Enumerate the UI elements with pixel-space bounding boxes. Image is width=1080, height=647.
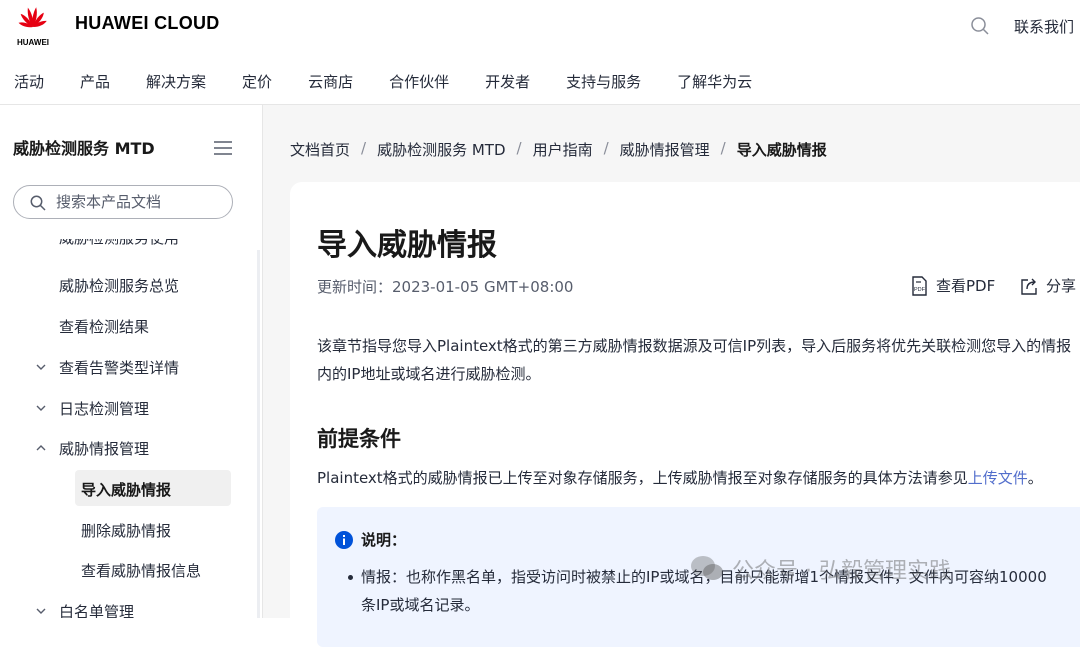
tree-item-whitelist[interactable]: 白名单管理 (36, 601, 135, 618)
nav-item-solutions[interactable]: 解决方案 (146, 71, 206, 92)
tree-item-delete-intel[interactable]: 删除威胁情报 (81, 520, 171, 541)
tree-item-log-detection[interactable]: 日志检测管理 (36, 398, 150, 419)
intro-paragraph: 该章节指导您导入Plaintext格式的第三方威胁情报数据源及可信IP列表，导入… (317, 337, 1072, 383)
nav-item-marketplace[interactable]: 云商店 (308, 71, 353, 92)
note-header: 说明： (335, 529, 406, 550)
nav-item-about[interactable]: 了解华为云 (677, 71, 752, 92)
chevron-down-icon (36, 405, 46, 411)
upload-file-link[interactable]: 上传文件 (968, 469, 1028, 487)
tree-item-label: 删除威胁情报 (81, 522, 172, 540)
search-icon[interactable] (970, 16, 990, 36)
share-icon (1021, 278, 1037, 295)
section-title-prerequisites: 前提条件 (317, 427, 401, 451)
nav-item-products[interactable]: 产品 (80, 71, 110, 92)
breadcrumb-separator: / (516, 139, 522, 157)
tree-item-label: 查看威胁情报信息 (81, 562, 202, 580)
svg-text:PDF: PDF (914, 287, 926, 293)
main-content: 文档首页 / 威胁检测服务 MTD / 用户指南 / 威胁情报管理 / 导入威胁情报 导… (263, 105, 1080, 647)
breadcrumb-separator: / (361, 139, 367, 157)
tree-item-import-intel[interactable]: 导入威胁情报 (81, 479, 171, 500)
share-button[interactable]: 分享 (1019, 275, 1076, 296)
bullet-icon (348, 575, 353, 580)
tree-item-view-results[interactable]: 查看检测结果 (59, 316, 149, 337)
tree-item-label: 威胁情报管理 (59, 440, 150, 458)
page-title: 导入威胁情报 (317, 228, 497, 263)
chevron-down-icon (36, 608, 46, 614)
nav-item-activity[interactable]: 活动 (14, 71, 44, 92)
doc-search-input[interactable] (54, 192, 228, 212)
tree-item-overview[interactable]: 威胁检测服务总览 (59, 275, 179, 296)
breadcrumb-threat-intel[interactable]: 威胁情报管理 (620, 139, 710, 160)
tree-item-cut[interactable]: 威胁检测服务使用 (59, 239, 179, 248)
svg-text:HUAWEI: HUAWEI (17, 38, 49, 47)
note-title: 说明： (361, 531, 407, 549)
tree-item-label: 查看告警类型详情 (59, 359, 180, 377)
huawei-logo[interactable]: HUAWEI (12, 4, 60, 48)
watermark: 公众号 · 弘毅管理实践 (690, 553, 951, 585)
brand-name[interactable]: HUAWEI CLOUD (75, 13, 220, 34)
breadcrumb-current: 导入威胁情报 (736, 141, 827, 159)
tree-item-label: 日志检测管理 (59, 400, 150, 418)
tree-item-alert-types[interactable]: 查看告警类型详情 (36, 357, 180, 378)
updated-time: 更新时间：2023-01-05 GMT+08:00 (317, 278, 574, 296)
chevron-up-icon (36, 445, 46, 451)
prerequisites-paragraph: Plaintext格式的威胁情报已上传至对象存储服务，上传威胁情报至对象存储服务… (317, 464, 1080, 492)
wechat-icon (691, 556, 723, 580)
prerequisites-end: 。 (1027, 469, 1043, 487)
doc-search-box[interactable] (13, 185, 233, 219)
menu-icon[interactable] (214, 140, 232, 155)
breadcrumb-docs-home[interactable]: 文档首页 (290, 139, 350, 160)
tree-item-view-intel[interactable]: 查看威胁情报信息 (81, 560, 201, 581)
nav-item-partners[interactable]: 合作伙伴 (389, 71, 449, 92)
product-title: 威胁检测服务 MTD (13, 139, 155, 158)
tree-item-label: 白名单管理 (59, 603, 135, 618)
nav-item-support[interactable]: 支持与服务 (566, 71, 641, 92)
tree-item-label: 威胁检测服务总览 (59, 277, 180, 295)
breadcrumb-separator: / (603, 139, 609, 157)
breadcrumb: 文档首页 / 威胁检测服务 MTD / 用户指南 / 威胁情报管理 / 导入威胁情报 (290, 139, 827, 160)
chevron-down-icon (36, 364, 46, 370)
contact-us-link[interactable]: 联系我们 (1014, 16, 1074, 37)
tree-item-label: 查看检测结果 (59, 318, 150, 336)
info-icon (335, 530, 353, 549)
nav-item-developers[interactable]: 开发者 (485, 71, 530, 92)
view-pdf-button[interactable]: PDF 查看PDF (909, 275, 995, 296)
breadcrumb-user-guide[interactable]: 用户指南 (533, 139, 593, 160)
main-nav: 活动 产品 解决方案 定价 云商店 合作伙伴 开发者 支持与服务 了解华为云 (14, 71, 788, 92)
view-pdf-label: 查看PDF (936, 277, 996, 295)
nav-item-pricing[interactable]: 定价 (242, 71, 272, 92)
top-header: HUAWEI HUAWEI CLOUD 联系我们 活动 产品 解决方案 定价 云… (0, 0, 1080, 105)
doc-sidebar: 威胁检测服务 MTD 威胁检测服务使用 威胁检测服务总览 查看检测结果 查看告警… (0, 105, 263, 618)
tree-item-threat-intel[interactable]: 威胁情报管理 (36, 438, 150, 459)
share-label: 分享 (1046, 277, 1077, 295)
pdf-icon: PDF (912, 275, 927, 296)
sidebar-scrollbar[interactable] (257, 250, 260, 618)
doc-card: 导入威胁情报 更新时间：2023-01-05 GMT+08:00 PDF 查看P… (290, 182, 1080, 647)
tree-item-label: 导入威胁情报 (81, 481, 172, 499)
search-icon (30, 195, 46, 211)
breadcrumb-separator: / (720, 139, 726, 157)
prerequisites-text: Plaintext格式的威胁情报已上传至对象存储服务，上传威胁情报至对象存储服务… (317, 469, 968, 487)
watermark-text: 公众号 · 弘毅管理实践 (732, 559, 951, 584)
breadcrumb-product[interactable]: 威胁检测服务 MTD (377, 139, 505, 160)
